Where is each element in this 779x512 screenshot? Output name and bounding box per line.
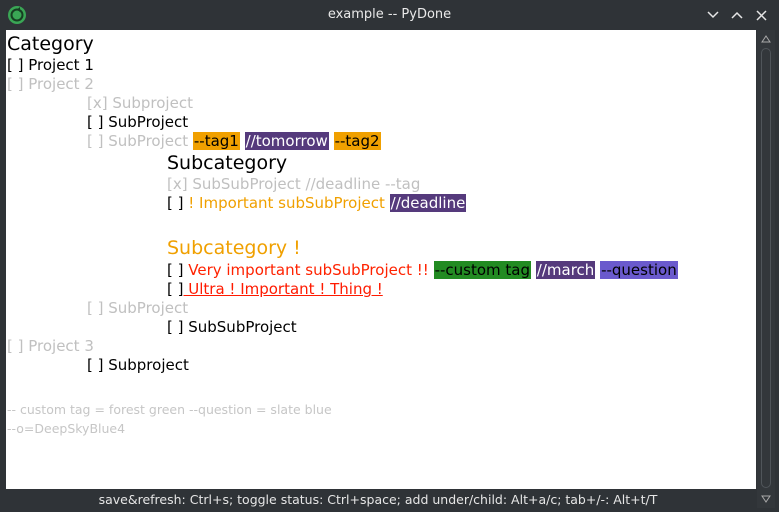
close-icon [755,9,767,21]
minimize-button[interactable] [703,5,723,25]
scroll-down-button[interactable] [759,492,773,506]
task-line: [ ] Subproject [87,356,189,374]
task-text: Ultra ! Important ! Thing ! [183,280,383,298]
subcategory-heading-important: Subcategory ! [167,237,301,259]
task-line: [ ] Project 1 [7,56,94,74]
status-bar: save&refresh: Ctrl+s; toggle status: Ctr… [98,492,658,507]
task-line: [ ] SubProject [87,113,189,131]
task-text: [ ] SubProject [87,132,193,150]
task-line-ultra: [ ] Ultra ! Important ! Thing ! [167,280,383,299]
task-line-done: [x] SubSubProject //deadline --tag [167,175,421,193]
tag-badge: --tag1 [192,132,240,150]
maximize-button[interactable] [727,5,747,25]
comment-line: -- custom tag = forest green --question … [7,402,332,417]
scroll-up-button[interactable] [759,32,773,46]
tag-badge: --tag2 [333,132,381,150]
task-line: [ ] SubSubProject [167,318,297,336]
date-badge: //tomorrow [244,132,329,150]
checkbox-text: [ ] [167,194,189,212]
task-line-very-important: [ ] Very important subSubProject !! --cu… [167,261,678,280]
close-button[interactable] [751,5,771,25]
tag-badge: --question [600,261,678,279]
triangle-down-icon [761,495,771,503]
date-badge: //march [535,261,596,279]
task-text: ! Important subSubProject [188,194,385,212]
task-text: Very important subSubProject !! [188,261,429,279]
task-line-done: [ ] SubProject [87,299,189,317]
comment-line: --o=DeepSkyBlue4 [7,421,126,436]
vertical-scrollbar[interactable] [757,30,775,508]
tag-badge: --custom tag [433,261,531,279]
triangle-up-icon [761,35,771,43]
category-heading: Category [7,33,94,55]
subcategory-heading: Subcategory [167,152,288,174]
task-line-done: [ ] Project 3 [7,337,94,355]
checkbox-text: [ ] [167,280,184,298]
todo-text-editor[interactable]: Category [ ] Project 1 [ ] Project 2 [x]… [6,30,756,489]
task-line-done: [ ] Project 2 [7,75,94,93]
task-line-done: [x] Subproject [87,94,193,112]
task-line-tagged: [ ] SubProject --tag1 //tomorrow --tag2 [87,132,381,151]
task-line-important: [ ] ! Important subSubProject //deadline [167,194,467,213]
title-bar: example -- PyDone [0,0,779,30]
chevron-up-icon [731,11,743,19]
date-badge: //deadline [389,194,467,212]
chevron-down-icon [707,11,719,19]
checkbox-text: [ ] [167,261,189,279]
scroll-track[interactable] [761,48,771,488]
window-title: example -- PyDone [327,7,452,22]
